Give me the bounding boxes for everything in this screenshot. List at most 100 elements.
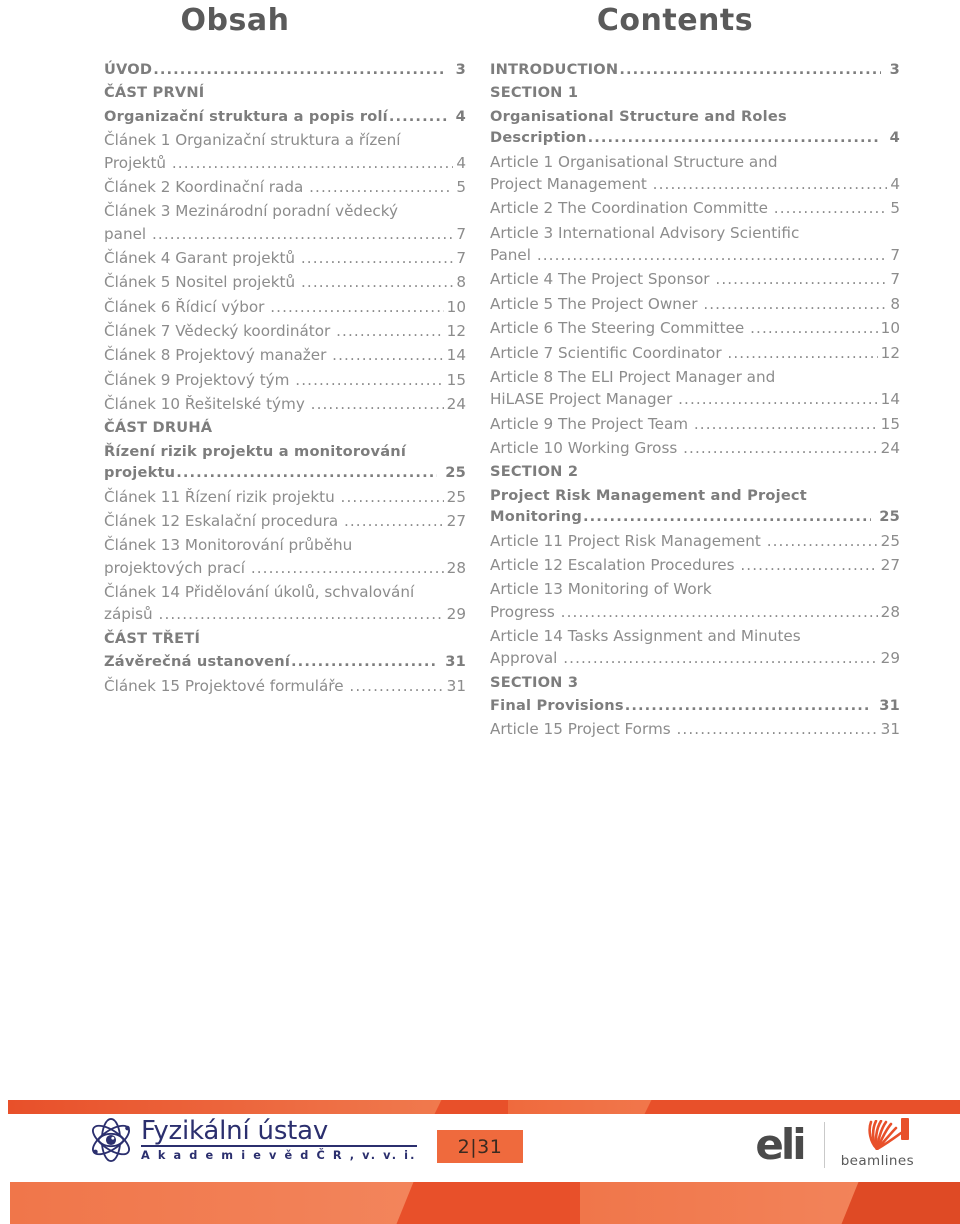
page-number-badge: 2|31 <box>437 1130 523 1163</box>
toc-entry-row: Description.............................… <box>490 127 900 148</box>
toc-dot-leader: ........................................… <box>582 508 871 526</box>
toc-entry[interactable]: Article 2 The Coordination Committe ....… <box>490 197 900 219</box>
toc-entry[interactable]: Article 11 Project Risk Management .....… <box>490 530 900 552</box>
toc-entry[interactable]: Article 14 Tasks Assignment and Minutes A… <box>490 625 900 670</box>
toc-entry-label: Článek 10 Řešitelské týmy <box>104 395 310 414</box>
toc-entry-row: Článek 2 Koordinační rada ..............… <box>104 176 466 198</box>
toc-dot-leader: ........................................… <box>295 370 444 389</box>
toc-entry[interactable]: ČÁST PRVNÍ <box>104 82 466 103</box>
toc-dot-leader: ........................................… <box>619 61 881 78</box>
toc-entry-label: Article 6 The Steering Committee <box>490 319 750 338</box>
toc-entry-label: SECTION 3 <box>490 673 579 691</box>
toc-entry-line: Article 3 International Advisory Scienti… <box>490 223 800 242</box>
toc-dot-leader: ........................................… <box>349 676 444 695</box>
toc-page-number: 25 <box>440 464 466 482</box>
toc-entry[interactable]: Článek 7 Vědecký koordinátor ...........… <box>104 320 466 342</box>
toc-dot-leader: ........................................… <box>587 129 882 147</box>
toc-entry-label: projektových prací <box>104 558 250 577</box>
toc-dot-leader: ........................................… <box>560 602 878 621</box>
toc-entry[interactable]: Článek 1 Organizační struktura a řízení P… <box>104 129 466 174</box>
toc-entry[interactable]: Article 12 Escalation Procedures .......… <box>490 554 900 576</box>
toc-entry[interactable]: Article 9 The Project Team .............… <box>490 413 900 435</box>
toc-entry[interactable]: Článek 5 Nositel projektů ..............… <box>104 271 466 293</box>
toc-entry-label: Článek 2 Koordinační rada <box>104 178 309 196</box>
toc-entry-row: projektu................................… <box>104 462 466 483</box>
toc-entry-label: SECTION 1 <box>490 84 579 102</box>
toc-entry[interactable]: Article 13 Monitoring of Work Progress ..… <box>490 578 900 623</box>
toc-page-number: 10 <box>446 297 466 316</box>
toc-entry-row: Článek 10 Řešitelské týmy ..............… <box>104 393 466 415</box>
toc-entry-line: Article 8 The ELI Project Manager and <box>490 367 776 386</box>
toc-page-number: 7 <box>456 249 466 268</box>
toc-entry[interactable]: Článek 12 Eskalační procedura ..........… <box>104 510 466 532</box>
toc-entry[interactable]: Article 6 The Steering Committee .......… <box>490 317 900 339</box>
toc-entry[interactable]: ÚVOD....................................… <box>104 59 466 80</box>
toc-dot-leader: ........................................… <box>703 294 888 313</box>
toc-entry[interactable]: Final Provisions........................… <box>490 695 900 716</box>
toc-entry[interactable]: SECTION 1 <box>490 82 900 103</box>
toc-entry[interactable]: ČÁST DRUHÁ <box>104 417 466 438</box>
toc-entry[interactable]: Článek 11 Řízení rizik projektu ........… <box>104 486 466 508</box>
toc-entry[interactable]: Organisational Structure and Roles Descri… <box>490 106 900 149</box>
toc-entry[interactable]: INTRODUCTION............................… <box>490 59 900 80</box>
toc-entry[interactable]: Article 15 Project Forms ...............… <box>490 718 900 740</box>
toc-entry[interactable]: Článek 2 Koordinační rada ..............… <box>104 176 466 198</box>
toc-entry[interactable]: Řízení rizik projektu a monitorování proj… <box>104 441 466 484</box>
toc-entry-label: ČÁST PRVNÍ <box>104 84 205 102</box>
toc-entry-row: Article 9 The Project Team .............… <box>490 413 900 435</box>
toc-entry-label: Article 2 The Coordination Committe <box>490 199 773 218</box>
toc-entry[interactable]: Article 4 The Project Sponsor ..........… <box>490 268 900 290</box>
toc-entry[interactable]: Article 5 The Project Owner ............… <box>490 293 900 315</box>
toc-entry-row: Projektů ...............................… <box>104 152 466 174</box>
toc-entry-row: Project Management .....................… <box>490 173 900 195</box>
toc-dot-leader: ........................................… <box>715 270 888 289</box>
toc-entry-label: Project Management <box>490 175 652 194</box>
toc-entry[interactable]: Organizační struktura a popis rolí......… <box>104 106 466 127</box>
toc-page-number: 4 <box>450 107 466 125</box>
toc-entry[interactable]: Článek 13 Monitorování průběhu projektový… <box>104 534 466 579</box>
atom-eye-icon <box>92 1118 130 1162</box>
toc-entry-row: ÚVOD....................................… <box>104 59 466 80</box>
toc-entry[interactable]: SECTION 2 <box>490 461 900 482</box>
toc-entry[interactable]: Článek 9 Projektový tým ................… <box>104 369 466 391</box>
toc-entry-label: ČÁST DRUHÁ <box>104 419 213 437</box>
beamlines-label: beamlines <box>840 1153 914 1169</box>
toc-dot-leader: ........................................… <box>151 224 453 243</box>
toc-dot-leader: ........................................… <box>388 107 448 125</box>
toc-page-number: 4 <box>884 129 900 147</box>
toc-page-number: 3 <box>450 61 466 78</box>
toc-entry[interactable]: Článek 10 Řešitelské týmy ..............… <box>104 393 466 415</box>
toc-entry-label: Article 11 Project Risk Management <box>490 531 766 550</box>
toc-page-number: 31 <box>440 653 466 671</box>
toc-page-number: 25 <box>880 531 900 550</box>
toc-entry-label: Článek 11 Řízení rizik projektu <box>104 487 340 506</box>
toc-page-number: 8 <box>890 294 900 313</box>
toc-entry-row: Article 7 Scientific Coordinator .......… <box>490 342 900 364</box>
toc-entry[interactable]: Článek 14 Přidělování úkolů, schvalování… <box>104 581 466 626</box>
toc-dot-leader: ........................................… <box>309 178 453 196</box>
toc-entry-label: Article 4 The Project Sponsor <box>490 270 715 289</box>
toc-dot-leader: ........................................… <box>250 558 444 577</box>
toc-page-number: 5 <box>890 199 900 218</box>
toc-entry[interactable]: Článek 4 Garant projektů ...............… <box>104 247 466 269</box>
toc-entry[interactable]: Článek 3 Mezinárodní poradní vědecký pane… <box>104 200 466 245</box>
toc-dot-leader: ........................................… <box>291 653 437 671</box>
toc-entry-row: Článek 4 Garant projektů ...............… <box>104 247 466 269</box>
toc-entry[interactable]: ČÁST TŘETÍ <box>104 628 466 649</box>
toc-entry[interactable]: Article 7 Scientific Coordinator .......… <box>490 342 900 364</box>
toc-entry[interactable]: Článek 8 Projektový manažer ............… <box>104 344 466 366</box>
toc-entry[interactable]: SECTION 3 <box>490 672 900 693</box>
toc-entry[interactable]: Article 10 Working Gross ...............… <box>490 437 900 459</box>
toc-entry[interactable]: Article 1 Organisational Structure and Pr… <box>490 151 900 196</box>
toc-entry[interactable]: Project Risk Management and Project Monit… <box>490 485 900 528</box>
toc-entry[interactable]: Článek 6 Řídicí výbor ..................… <box>104 296 466 318</box>
toc-page-number: 24 <box>446 395 466 414</box>
toc-entry-label: panel <box>104 224 151 243</box>
toc-entry[interactable]: Závěrečná ustanovení....................… <box>104 651 466 672</box>
institute-subtitle: A k a d e m i e v ě d Č R , v. v. i. <box>141 1149 417 1163</box>
toc-dot-leader: ........................................… <box>171 153 453 172</box>
toc-entry[interactable]: Article 8 The ELI Project Manager and HiL… <box>490 366 900 411</box>
toc-entry[interactable]: Článek 15 Projektové formuláře .........… <box>104 675 466 697</box>
toc-page-number: 27 <box>446 512 466 531</box>
toc-entry[interactable]: Article 3 International Advisory Scienti… <box>490 222 900 267</box>
